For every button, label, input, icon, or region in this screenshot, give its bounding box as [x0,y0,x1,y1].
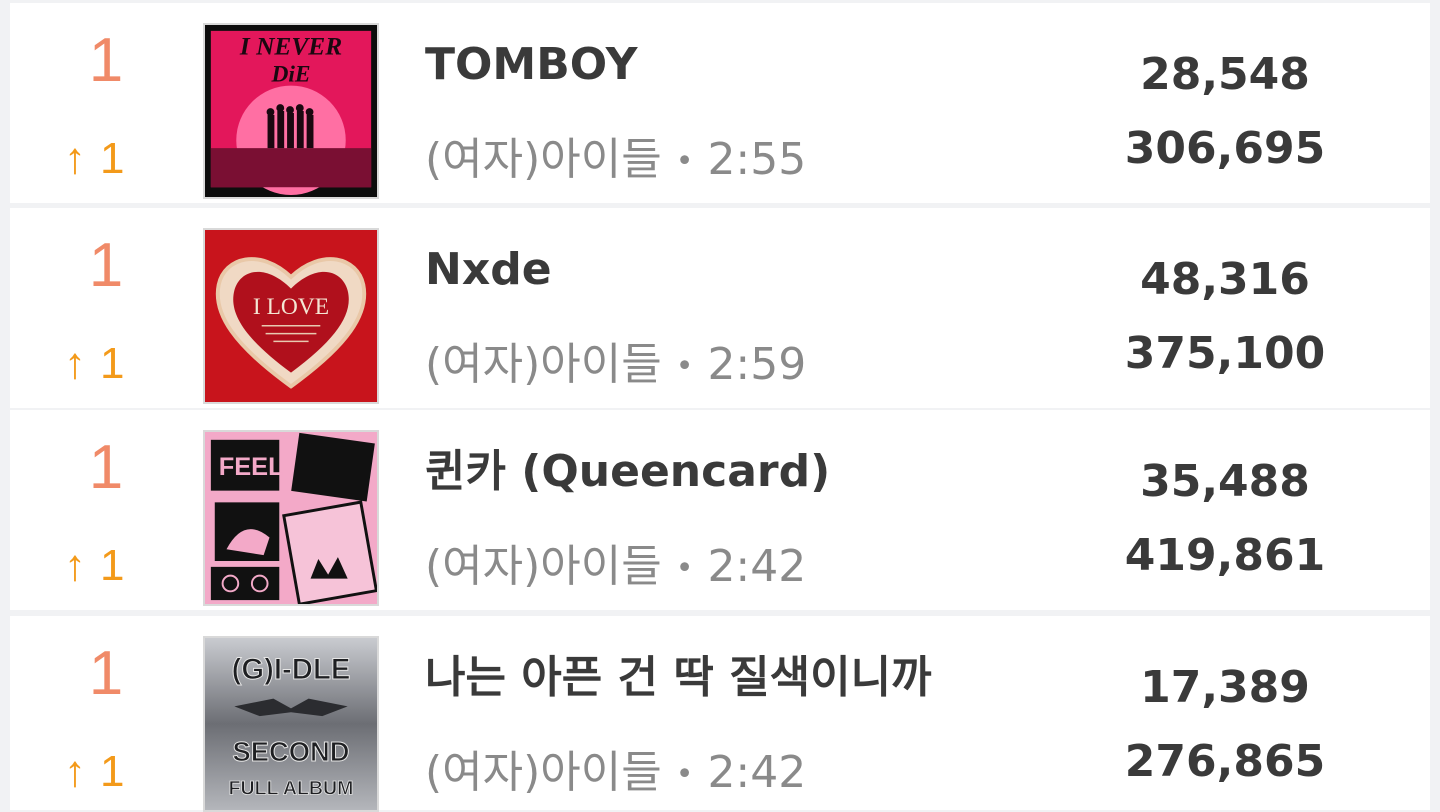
artist-name: (여자)아이들 [425,747,662,798]
song-duration: 2:42 [707,541,807,592]
song-duration: 2:42 [707,747,807,798]
rank-change: ↑ 1 [64,131,154,187]
song-title: 나는 아픈 건 딱 질색이니까 [425,652,932,703]
rank-number: 1 [88,639,124,708]
cover-text-bottom: FULL ALBUM [229,777,354,799]
artist-name: (여자)아이들 [425,134,662,185]
artist-name: (여자)아이들 [425,541,662,592]
rank-change: ↑ 1 [64,744,154,800]
cover-text-top: i FEEL [205,453,284,481]
song-title: TOMBOY [425,39,638,90]
separator-dot: • [675,349,694,384]
song-duration: 2:59 [707,339,807,390]
album-cover[interactable]: (G)I-DLE SECOND FULL ALBUM [203,636,379,812]
song-row[interactable]: 1 ↑ 1 I LOVE Nxde (여자)아이들 • 2:59 48,316 375… [10,208,1430,408]
album-art-second-full-album: (G)I-DLE SECOND FULL ALBUM [205,638,377,810]
rank-up-arrow-icon: ↑ [64,339,86,388]
total-count: 375,100 [1124,328,1326,379]
song-row[interactable]: 1 ↑ 1 (G)I-DLE SECOND FULL ALBUM 나는 아픈 건… [10,616,1430,812]
total-count: 419,861 [1124,530,1326,581]
album-art-i-never-die: I NEVER DiE [205,25,377,197]
song-row[interactable]: 1 ↑ 1 I NEVER DiE TOMBOY (여자)아이들 • 2:55 … [10,3,1430,203]
total-count: 276,865 [1124,736,1326,787]
album-art-i-love: I LOVE [205,230,377,402]
daily-count: 17,389 [1140,662,1310,713]
song-title: Nxde [425,244,552,295]
separator-dot: • [675,757,694,792]
rank-number: 1 [88,231,124,300]
album-cover[interactable]: I LOVE [203,228,379,404]
song-meta: (여자)아이들 • 2:42 [425,744,1105,804]
separator-dot: • [675,144,694,179]
daily-count: 48,316 [1140,254,1310,305]
cover-text-top: I NEVER [239,32,342,60]
song-duration: 2:55 [707,134,807,185]
rank-change-value: 1 [100,134,125,183]
rank-up-arrow-icon: ↑ [64,747,86,796]
song-title: 퀸카 (Queencard) [425,446,831,497]
daily-count: 28,548 [1140,49,1310,100]
song-meta: (여자)아이들 • 2:42 [425,538,1105,598]
artist-name: (여자)아이들 [425,339,662,390]
song-meta: (여자)아이들 • 2:59 [425,336,1105,396]
rank-change-value: 1 [100,339,125,388]
cover-text-top: I LOVE [253,294,329,320]
cover-text-top: (G)I-DLE [232,653,351,686]
cover-text-bottom: DiE [270,62,310,88]
rank-change: ↑ 1 [64,336,154,392]
album-cover[interactable]: i FEEL [203,430,379,606]
cover-text-mid: SECOND [232,736,349,767]
album-cover[interactable]: I NEVER DiE [203,23,379,199]
rank-number: 1 [88,433,124,502]
rank-up-arrow-icon: ↑ [64,134,86,183]
album-art-i-feel: i FEEL [205,432,377,604]
song-meta: (여자)아이들 • 2:55 [425,131,1105,191]
rank-number: 1 [88,26,124,95]
separator-dot: • [675,551,694,586]
rank-up-arrow-icon: ↑ [64,541,86,590]
song-row[interactable]: 1 ↑ 1 i FEEL 퀸카 (Queencard) (여자)아이들 • 2:… [10,410,1430,610]
rank-change-value: 1 [100,541,125,590]
song-chart-list: 1 ↑ 1 I NEVER DiE TOMBOY (여자)아이들 • 2:55 … [10,0,1430,812]
rank-change-value: 1 [100,747,125,796]
rank-change: ↑ 1 [64,538,154,594]
daily-count: 35,488 [1140,456,1310,507]
total-count: 306,695 [1124,123,1326,174]
